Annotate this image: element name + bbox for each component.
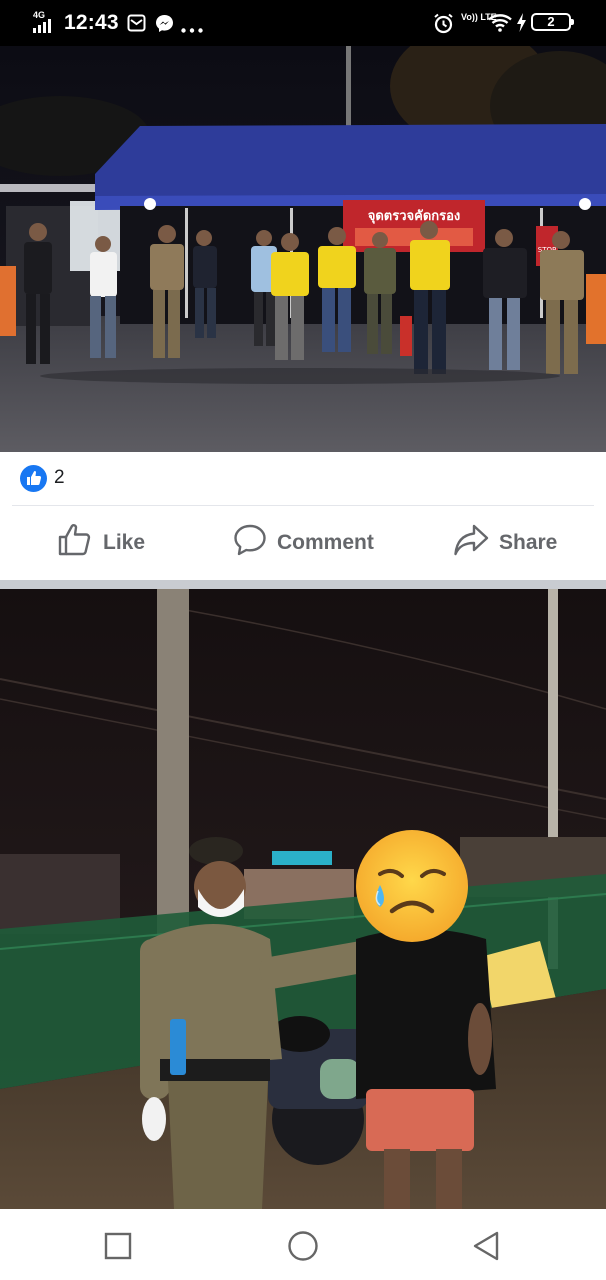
like-button[interactable]: Like [57, 524, 145, 562]
motorcycle [268, 1016, 368, 1165]
messenger-icon [155, 14, 174, 38]
battery-indicator: 2 [531, 13, 574, 31]
share-label: Share [499, 531, 558, 554]
alarm-icon [433, 13, 454, 39]
battery-level: 2 [547, 14, 555, 29]
gmail-icon [127, 14, 146, 37]
checkpoint-photo-illustration: จุดตรวจคัดกรอง STOP [0, 46, 606, 452]
comment-label: Comment [277, 531, 374, 554]
more-dots-icon [181, 20, 203, 38]
banner-text: จุดตรวจคัดกรอง [368, 209, 461, 224]
post-photo-officer[interactable] [0, 589, 606, 1209]
comment-button[interactable]: Comment [233, 524, 374, 562]
like-label: Like [103, 531, 146, 554]
officer-photo-illustration [0, 589, 606, 1209]
signal-indicator: 4G [33, 10, 61, 33]
share-arrow-icon [453, 523, 489, 563]
share-button[interactable]: Share [453, 524, 557, 562]
circle-icon[interactable] [286, 1229, 320, 1263]
crying-face-emoji [356, 830, 468, 942]
post-photo-checkpoint[interactable]: จุดตรวจคัดกรอง STOP [0, 46, 606, 452]
feed-separator [0, 580, 606, 589]
wifi-icon [488, 13, 512, 37]
post-actions: Like Comment Share [0, 506, 606, 580]
android-nav-bar [0, 1209, 606, 1280]
network-type: 4G [33, 10, 46, 20]
thumbs-up-icon [57, 522, 93, 564]
reactions-bar[interactable]: 2 [0, 452, 606, 506]
status-time: 12:43 [64, 11, 119, 34]
reaction-count[interactable]: 2 [54, 467, 65, 489]
square-icon[interactable] [101, 1229, 135, 1263]
status-bar: 4G 12:43 Vo)) LTE 2 [0, 0, 606, 46]
like-reaction-icon [20, 465, 47, 492]
triangle-back-icon[interactable] [470, 1229, 504, 1263]
bolt-icon [516, 13, 527, 37]
comment-bubble-icon [233, 523, 267, 563]
